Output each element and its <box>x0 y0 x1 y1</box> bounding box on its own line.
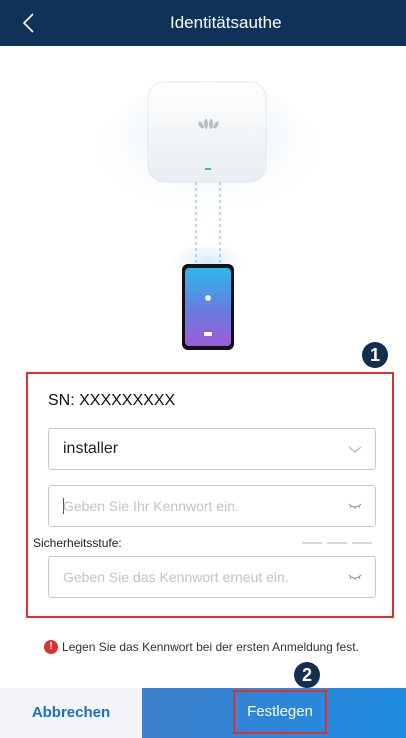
eye-closed-icon[interactable] <box>347 571 363 583</box>
password-input[interactable]: Geben Sie Ihr Kennwort ein. <box>48 485 376 527</box>
security-level-bars <box>302 542 372 544</box>
set-password-button[interactable]: Festlegen <box>233 690 327 734</box>
username-value: installer <box>63 440 119 457</box>
page-title: Identitätsauthe <box>170 13 282 32</box>
app-header: Identitätsauthe <box>0 0 406 46</box>
annotation-badge-2: 2 <box>294 662 320 688</box>
serial-number-label: SN: XXXXXXXXX <box>48 392 176 409</box>
credentials-form: SN: XXXXXXXXX installer Geben Sie Ihr Ke… <box>26 372 394 618</box>
confirm-password-placeholder: Geben Sie das Kennwort erneut ein. <box>63 569 289 585</box>
eye-closed-icon[interactable] <box>347 500 363 512</box>
password-placeholder: Geben Sie Ihr Kennwort ein. <box>63 498 239 514</box>
back-icon[interactable] <box>18 11 42 35</box>
title-fade <box>316 0 340 46</box>
cancel-button[interactable]: Abbrechen <box>0 688 142 738</box>
annotation-badge-1: 1 <box>362 342 388 368</box>
first-login-notice: Legen Sie das Kennwort bei der ersten An… <box>62 640 359 654</box>
security-level-label: Sicherheitsstufe: <box>33 536 122 550</box>
username-select[interactable]: installer <box>48 428 376 470</box>
chevron-down-icon[interactable] <box>347 443 363 455</box>
exclamation-icon: ! <box>44 640 58 654</box>
confirm-area[interactable]: Festlegen <box>142 688 406 738</box>
confirm-password-input[interactable]: Geben Sie das Kennwort erneut ein. <box>48 556 376 598</box>
device-connection-illustration <box>98 81 318 350</box>
footer-bar: Abbrechen Festlegen <box>0 688 406 738</box>
